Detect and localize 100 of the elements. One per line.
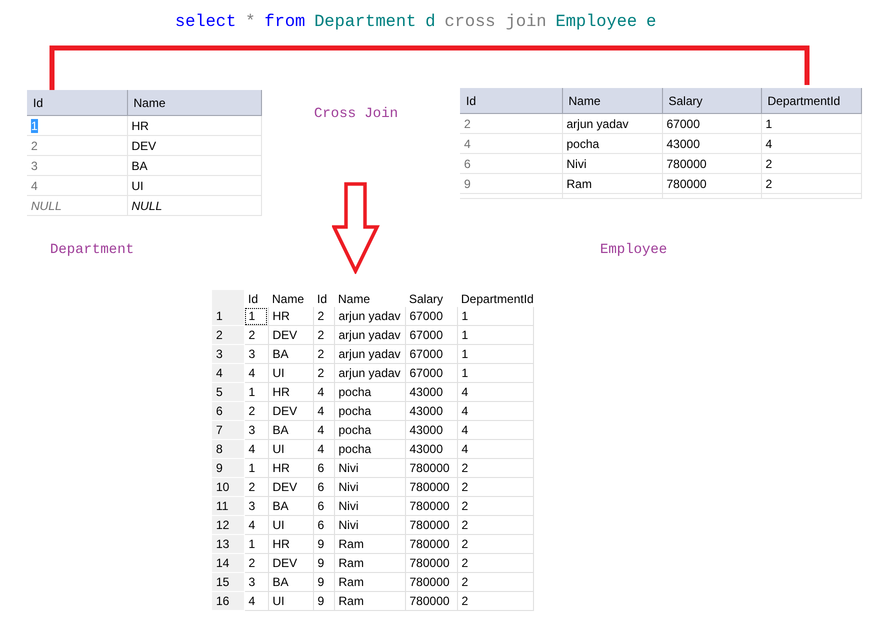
table-cell: 2 <box>244 402 268 420</box>
table-cell: DEV <box>268 478 313 496</box>
row-number[interactable]: 10 <box>212 478 244 496</box>
table-cell: 2 <box>761 174 861 194</box>
table-cell: Nivi <box>334 496 405 516</box>
table-cell: 780000 <box>405 534 457 554</box>
table-cell: 4 <box>457 440 533 458</box>
table-cell: HR <box>268 458 313 478</box>
table-cell: 1 <box>244 382 268 402</box>
table-cell: 1 <box>761 114 861 134</box>
row-number[interactable]: 8 <box>212 440 244 458</box>
table-cell: 4 <box>761 134 861 154</box>
column-header[interactable]: Name <box>127 90 261 116</box>
sql-query: select * from Department d cross join Employee e <box>175 13 656 32</box>
table-cell: 6 <box>313 458 334 478</box>
column-header[interactable]: Id <box>27 90 127 116</box>
table-cell: BA <box>127 156 261 176</box>
table-cell: Ram <box>334 554 405 572</box>
row-number[interactable]: 9 <box>212 458 244 478</box>
table-cell: 780000 <box>662 174 761 194</box>
table-cell: 2 <box>457 458 533 478</box>
row-number[interactable]: 2 <box>212 326 244 344</box>
table-cell: NULL <box>27 196 127 216</box>
table-cell: BA <box>268 420 313 440</box>
column-header[interactable]: DepartmentId <box>761 88 861 114</box>
column-header[interactable]: Name <box>268 290 313 307</box>
table-cell: 2 <box>457 554 533 572</box>
row-number[interactable]: 4 <box>212 364 244 382</box>
table-cell: 4 <box>244 592 268 610</box>
table-cell: pocha <box>334 420 405 440</box>
row-number[interactable]: 7 <box>212 420 244 440</box>
table-cell: 1 <box>244 458 268 478</box>
column-header[interactable]: Salary <box>662 88 761 114</box>
table-cell: Nivi <box>334 478 405 496</box>
row-number[interactable]: 3 <box>212 344 244 364</box>
table-cell: 4 <box>244 440 268 458</box>
table-cell: 4 <box>457 382 533 402</box>
table-cell: 4 <box>313 420 334 440</box>
table-cell: Nivi <box>562 154 662 174</box>
row-number[interactable]: 1 <box>212 307 244 326</box>
table-cell: 4 <box>457 402 533 420</box>
table-cell: 780000 <box>662 154 761 174</box>
column-header[interactable]: Name <box>562 88 662 114</box>
row-number[interactable]: 12 <box>212 516 244 534</box>
table-cell: 2 <box>27 136 127 156</box>
column-header[interactable]: Salary <box>405 290 457 307</box>
table-cell: 1 <box>457 326 533 344</box>
table-cell: 9 <box>313 572 334 592</box>
table-cell: 2 <box>457 478 533 496</box>
table-cell: UI <box>268 364 313 382</box>
table-cell: 2 <box>457 572 533 592</box>
table-caption: Employee <box>600 242 668 258</box>
table-cell: 2 <box>244 326 268 344</box>
table-cell: 2 <box>457 592 533 610</box>
table-cell: UI <box>127 176 261 196</box>
table-cell: pocha <box>334 402 405 420</box>
table-cell: HR <box>268 382 313 402</box>
table-cell: 2 <box>313 344 334 364</box>
join-label: Cross Join <box>314 106 398 122</box>
row-number[interactable]: 5 <box>212 382 244 402</box>
column-header[interactable]: DepartmentId <box>457 290 533 307</box>
table-cell: 2 <box>244 478 268 496</box>
table-cell: 1 <box>457 307 533 326</box>
table-cell: 9 <box>460 174 562 194</box>
table-cell: DEV <box>127 136 261 156</box>
table-caption: Department <box>50 242 134 258</box>
table-cell: 1 <box>27 116 127 136</box>
column-header[interactable]: Name <box>334 290 405 307</box>
table-cell: DEV <box>268 326 313 344</box>
table-cell: 3 <box>244 344 268 364</box>
column-header[interactable]: Id <box>244 290 268 307</box>
table-cell: 43000 <box>405 382 457 402</box>
table-cell: 3 <box>27 156 127 176</box>
row-number[interactable]: 15 <box>212 572 244 592</box>
row-number[interactable]: 16 <box>212 592 244 610</box>
table-cell: HR <box>268 307 313 326</box>
table-cell: Ram <box>562 174 662 194</box>
table-cell: 2 <box>313 307 334 326</box>
table-cell: 6 <box>313 516 334 534</box>
table-cell: arjun yadav <box>334 326 405 344</box>
table-cell: 780000 <box>405 458 457 478</box>
table-cell: pocha <box>334 440 405 458</box>
table-cell: Ram <box>334 572 405 592</box>
table-cell: 2 <box>313 364 334 382</box>
column-header[interactable]: Id <box>460 88 562 114</box>
table-cell: 4 <box>460 134 562 154</box>
table-cell: 2 <box>457 534 533 554</box>
table-cell: 780000 <box>405 496 457 516</box>
table-cell: 4 <box>313 440 334 458</box>
row-number[interactable]: 11 <box>212 496 244 516</box>
row-number[interactable]: 13 <box>212 534 244 554</box>
row-number[interactable]: 6 <box>212 402 244 420</box>
table-cell: 3 <box>244 496 268 516</box>
table-cell: 6 <box>313 478 334 496</box>
column-header[interactable]: Id <box>313 290 334 307</box>
table-cell: DEV <box>268 402 313 420</box>
table-cell: UI <box>268 592 313 610</box>
table-cell: 2 <box>761 154 861 174</box>
row-number[interactable]: 14 <box>212 554 244 572</box>
table-cell: 2 <box>460 114 562 134</box>
